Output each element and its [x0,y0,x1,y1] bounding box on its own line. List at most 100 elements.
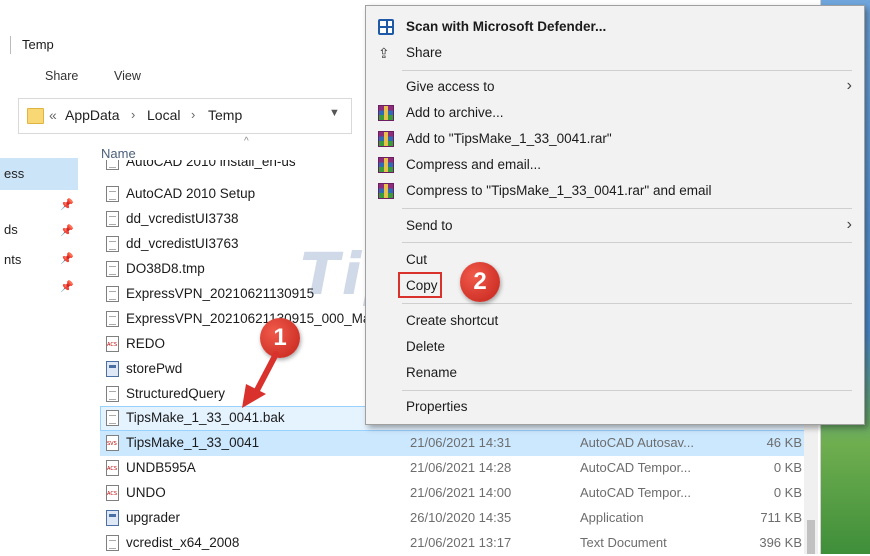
winrar-icon [378,131,394,147]
tab-view[interactable]: View [114,69,141,83]
menu-item-compress-to-rar-email[interactable]: Compress to "TipsMake_1_33_0041.rar" and… [366,178,864,204]
file-name: UNDB595A [126,460,196,475]
document-icon [106,311,119,327]
file-row[interactable]: TipsMake_1_33_0041 21/06/2021 14:31 Auto… [100,431,818,456]
file-size: 396 KB [759,535,802,550]
window-title: Temp [22,37,54,52]
file-date: 26/10/2020 14:35 [410,510,512,525]
menu-item-label: Give access to [406,79,495,94]
document-icon [106,160,119,170]
menu-item-label: Scan with Microsoft Defender... [406,19,607,34]
file-row[interactable]: upgrader 26/10/2020 14:35 Application 71… [100,506,818,531]
file-name: ExpressVPN_20210621130915_000_Mai [126,311,374,326]
pin-icon: 📌 [60,281,74,293]
submenu-chevron-icon: › [846,216,852,233]
file-size: 46 KB [766,435,802,450]
document-icon [106,211,119,227]
copy-highlight-box [398,272,442,298]
menu-item-label: Compress to "TipsMake_1_33_0041.rar" and… [406,183,712,198]
file-row[interactable]: UNDO 21/06/2021 14:00 AutoCAD Tempor... … [100,481,818,506]
winrar-icon [378,105,394,121]
pin-icon: 📌 [60,253,74,265]
folder-icon [27,108,44,124]
file-size: 0 KB [773,485,802,500]
breadcrumb-chevron-icon[interactable]: › [131,107,135,122]
file-type: AutoCAD Tempor... [580,485,692,500]
autocad-file-icon [106,336,119,352]
winrar-icon [378,183,394,199]
document-icon [106,286,119,302]
sort-ascending-icon: ^ [244,136,249,147]
nav-item-downloads[interactable]: ds [4,222,18,237]
navigation-pane: ess 📌 ds 📌 nts 📌 📌 [0,140,80,554]
file-type: Text Document [580,535,667,550]
breadcrumb-chevron-icon[interactable]: › [191,107,195,122]
file-name: dd_vcredistUI3763 [126,236,239,251]
menu-item-compress-email[interactable]: Compress and email... [366,152,864,178]
step-2-badge: 2 [460,262,500,302]
file-icon [106,261,119,277]
file-size: 711 KB [760,510,802,525]
defender-icon [378,19,394,35]
menu-item-scan-defender[interactable]: Scan with Microsoft Defender... [366,14,864,40]
menu-item-label: Compress and email... [406,157,542,172]
menu-separator [402,70,852,71]
column-header-name[interactable]: Name [101,146,136,161]
menu-item-properties[interactable]: Properties [366,394,864,420]
autocad-autosave-icon [106,435,119,451]
tab-share[interactable]: Share [45,69,78,83]
file-name: vcredist_x64_2008 [126,535,240,550]
menu-item-label: Delete [406,339,446,354]
menu-item-add-to-rar[interactable]: Add to "TipsMake_1_33_0041.rar" [366,126,864,152]
menu-item-delete[interactable]: Delete [366,334,864,360]
menu-separator [402,242,852,243]
menu-item-label: Add to "TipsMake_1_33_0041.rar" [406,131,612,146]
nav-item-access[interactable]: ess [4,166,24,181]
file-type: Application [580,510,644,525]
menu-item-label: Properties [406,399,468,414]
document-icon [106,386,119,402]
scrollbar-thumb[interactable] [807,520,815,554]
file-name: storePwd [126,361,183,376]
breadcrumb-appdata[interactable]: AppData [65,107,119,123]
file-row[interactable]: vcredist_x64_2008 21/06/2021 13:17 Text … [100,531,818,556]
file-size: 0 KB [773,460,802,475]
menu-item-rename[interactable]: Rename [366,360,864,386]
file-name: ExpressVPN_20210621130915 [126,286,315,301]
menu-separator [402,208,852,209]
menu-item-give-access[interactable]: Give access to › [366,74,864,100]
file-type: AutoCAD Autosav... [580,435,694,450]
menu-item-add-archive[interactable]: Add to archive... [366,100,864,126]
address-bar[interactable]: « AppData › Local › Temp ▼ [18,98,352,134]
file-date: 21/06/2021 14:00 [410,485,512,500]
file-name: AutoCAD 2010 install_en-us [126,160,296,169]
menu-separator [402,390,852,391]
menu-item-cut[interactable]: Cut [366,247,864,273]
breadcrumb-local[interactable]: Local [147,107,180,123]
menu-item-label: Share [406,45,443,60]
winrar-icon [378,157,394,173]
menu-item-create-shortcut[interactable]: Create shortcut [366,308,864,334]
document-icon [106,186,119,202]
pointer-arrow-icon [242,351,279,408]
file-row[interactable]: UNDB595A 21/06/2021 14:28 AutoCAD Tempor… [100,456,818,481]
menu-separator [402,303,852,304]
file-date: 21/06/2021 14:28 [410,460,512,475]
pin-icon: 📌 [60,225,74,237]
title-divider [10,36,11,54]
document-icon [106,535,119,551]
nav-item-documents[interactable]: nts [4,252,21,267]
breadcrumb-temp[interactable]: Temp [208,107,242,123]
submenu-chevron-icon: › [846,77,852,94]
file-name: TipsMake_1_33_0041.bak [126,410,285,425]
app-icon [106,510,119,526]
breadcrumb-overflow[interactable]: « [49,107,57,123]
menu-item-send-to[interactable]: Send to › [366,213,864,239]
file-type: AutoCAD Tempor... [580,460,692,475]
vertical-scrollbar[interactable] [804,420,818,554]
file-name: UNDO [126,485,166,500]
context-menu: Scan with Microsoft Defender... ⇪ Share … [365,5,865,425]
menu-item-share[interactable]: ⇪ Share [366,40,864,66]
file-name: StructuredQuery [126,386,226,401]
chevron-down-icon[interactable]: ▼ [329,107,340,119]
